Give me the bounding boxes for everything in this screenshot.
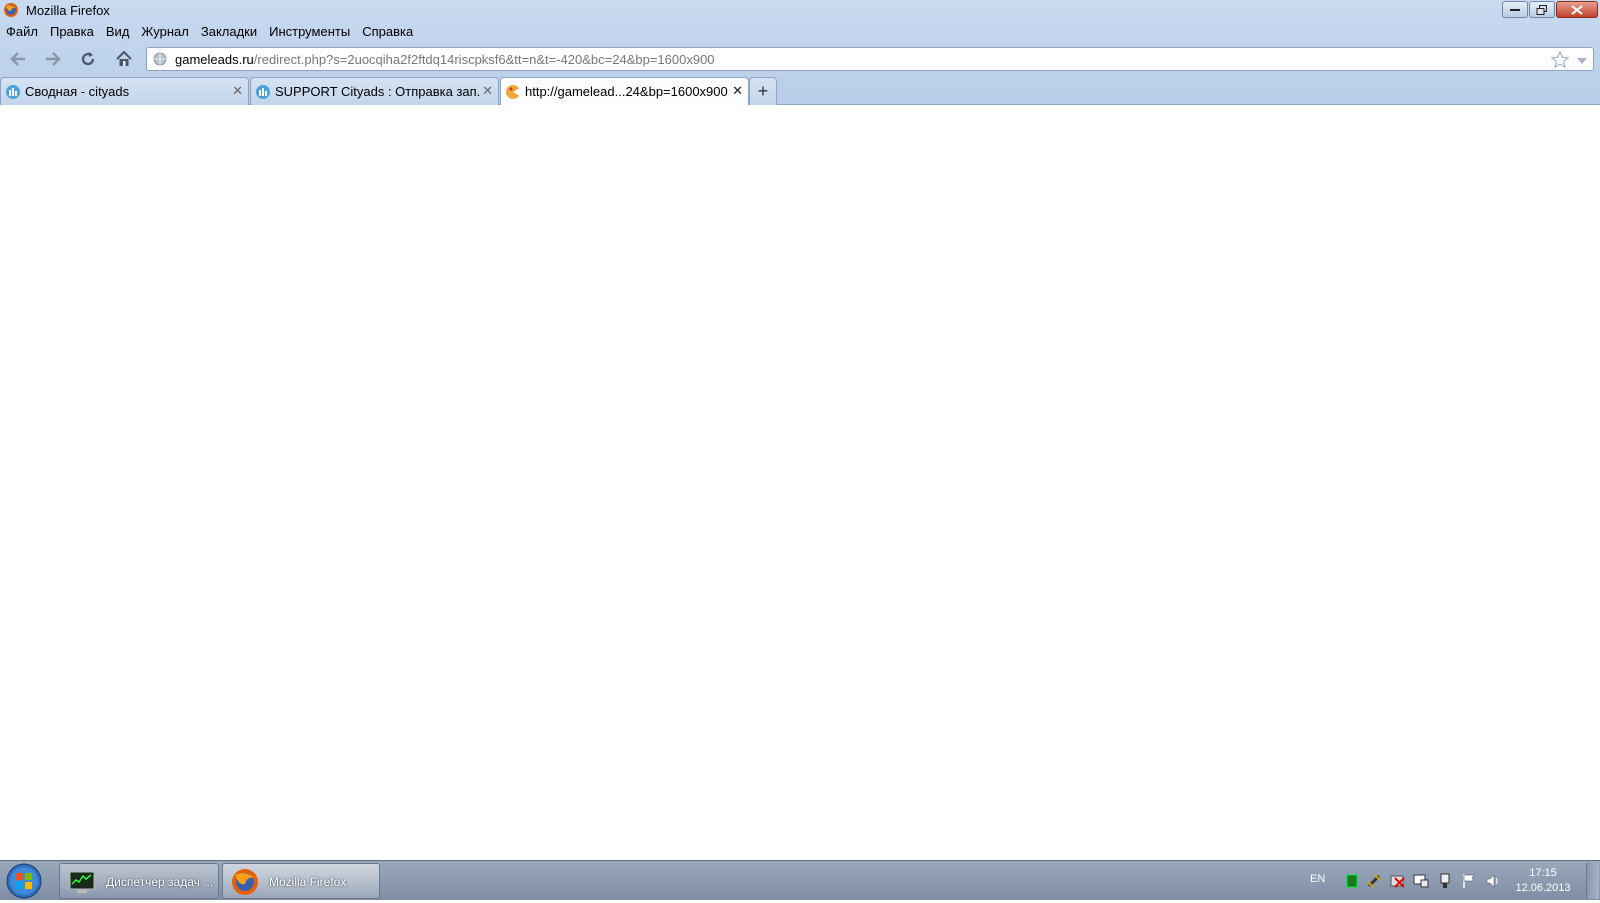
title-bar[interactable]: Mozilla Firefox [0, 0, 1600, 20]
tab-strip: Сводная - cityads ✕ SUPPORT Cityads : От… [0, 77, 1600, 106]
navigation-bar: gameleads.ru/redirect.php?s=2uocqiha2f2f… [0, 44, 1600, 74]
menu-edit[interactable]: Правка [44, 21, 100, 41]
bookmark-star-icon[interactable] [1550, 50, 1570, 71]
restore-button[interactable] [1529, 1, 1555, 18]
gameleads-favicon-icon [505, 84, 521, 100]
taskbar-app-label: Диспетчер задач ... [106, 875, 214, 889]
minimize-button[interactable] [1502, 1, 1528, 18]
minimize-icon [1510, 8, 1520, 11]
menu-bookmarks[interactable]: Закладки [195, 21, 263, 41]
start-button[interactable] [4, 862, 44, 900]
url-bar[interactable]: gameleads.ru/redirect.php?s=2uocqiha2f2f… [146, 47, 1594, 71]
back-button[interactable] [5, 48, 31, 70]
menu-help[interactable]: Справка [356, 21, 419, 41]
close-icon [1571, 4, 1583, 15]
tab-gameleads-active[interactable]: http://gamelead...24&bp=1600x900 ✕ [500, 77, 749, 106]
cityads-favicon-icon [5, 84, 21, 100]
menu-view[interactable]: Вид [100, 21, 136, 41]
plus-icon: + [757, 81, 769, 101]
home-icon [116, 51, 132, 66]
volume-speaker-icon[interactable] [1485, 873, 1501, 889]
tab-label: SUPPORT Cityads : Отправка зап... [275, 84, 480, 99]
tab-close-icon[interactable]: ✕ [732, 83, 743, 99]
tab-close-icon[interactable]: ✕ [482, 83, 493, 99]
power-plug-icon[interactable] [1366, 873, 1382, 889]
taskbar-task-manager[interactable]: Диспетчер задач ... [59, 863, 219, 899]
globe-icon [153, 52, 167, 66]
tab-label: http://gamelead...24&bp=1600x900 [525, 84, 728, 99]
restore-icon [1536, 4, 1547, 15]
menu-bar: Файл Правка Вид Журнал Закладки Инструме… [0, 21, 419, 41]
taskbar-firefox[interactable]: Mozilla Firefox [222, 863, 380, 899]
browser-chrome: Mozilla Firefox Файл Правка Вид Журнал З… [0, 0, 1600, 106]
safely-remove-hardware-icon[interactable] [1437, 873, 1453, 889]
network-disconnected-icon[interactable] [1390, 873, 1406, 889]
windows-orb-icon [6, 863, 42, 899]
window-controls [1502, 1, 1598, 18]
display-icon[interactable] [1413, 873, 1429, 889]
action-center-flag-icon[interactable] [1461, 873, 1477, 889]
task-manager-icon [68, 868, 96, 896]
forward-button[interactable] [40, 48, 66, 70]
clock-date: 12.06.2013 [1515, 882, 1571, 894]
tab-support-cityads[interactable]: SUPPORT Cityads : Отправка зап... ✕ [250, 77, 499, 105]
menu-history[interactable]: Журнал [135, 21, 194, 41]
firefox-window: Mozilla Firefox Файл Правка Вид Журнал З… [0, 0, 1600, 860]
back-arrow-icon [10, 52, 25, 66]
url-host: gameleads.ru [175, 52, 254, 67]
cityads-favicon-icon [255, 84, 271, 100]
new-tab-button[interactable]: + [749, 77, 777, 105]
tab-label: Сводная - cityads [25, 84, 130, 99]
clock-time: 17:15 [1529, 867, 1557, 879]
network-status-icon[interactable] [1344, 873, 1360, 889]
url-dropdown-icon[interactable] [1577, 53, 1587, 68]
reload-icon [81, 52, 95, 66]
forward-arrow-icon [46, 52, 61, 66]
url-text[interactable]: gameleads.ru/redirect.php?s=2uocqiha2f2f… [175, 52, 715, 67]
url-path: /redirect.php?s=2uocqiha2f2ftdq14riscpks… [253, 52, 715, 67]
taskbar-app-label: Mozilla Firefox [269, 875, 347, 889]
tab-close-icon[interactable]: ✕ [232, 83, 243, 99]
show-desktop-button[interactable] [1586, 863, 1599, 899]
firefox-icon [3, 2, 19, 18]
menu-tools[interactable]: Инструменты [263, 21, 356, 41]
home-button[interactable] [111, 48, 137, 70]
system-clock[interactable]: 17:15 12.06.2013 [1508, 866, 1578, 896]
page-content[interactable] [0, 105, 1600, 860]
menu-file[interactable]: Файл [0, 21, 44, 41]
close-button[interactable] [1556, 1, 1598, 18]
tab-cityads-summary[interactable]: Сводная - cityads ✕ [0, 77, 249, 105]
taskbar: Диспетчер задач ... Mozilla Firefox EN 1… [0, 860, 1600, 900]
window-title: Mozilla Firefox [26, 3, 110, 18]
firefox-icon [231, 868, 259, 896]
reload-button[interactable] [75, 48, 101, 70]
language-indicator[interactable]: EN [1310, 873, 1325, 885]
